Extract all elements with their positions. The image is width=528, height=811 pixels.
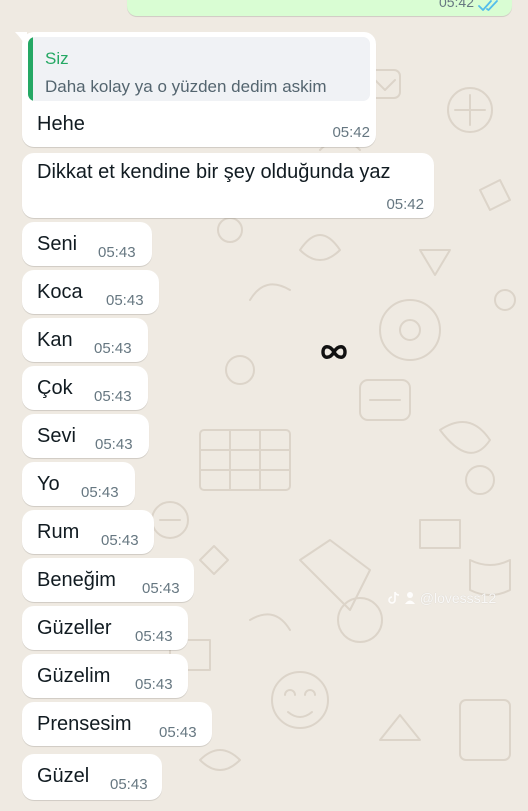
quoted-author: Siz [45, 49, 69, 68]
message-time: 05:43 [135, 628, 173, 645]
double-check-read-icon [478, 0, 498, 11]
message-time: 05:43 [142, 580, 180, 597]
message-time: 05:43 [98, 244, 136, 261]
message-time: 05:43 [159, 724, 197, 741]
message-text: Koca [37, 281, 83, 303]
message-text: Dikkat et kendine bir şey olduğunda yaz [37, 161, 391, 183]
message-text: Beneğim [37, 569, 116, 591]
quoted-message[interactable]: Siz Daha kolay ya o yüzden dedim askim [28, 37, 370, 101]
watermark: @lovesss12 [388, 590, 496, 606]
message-bubble[interactable]: Yo 05:43 [22, 462, 135, 506]
quoted-text: Daha kolay ya o yüzden dedim askim [45, 77, 327, 96]
message-time: 05:43 [106, 292, 144, 309]
message-text: Güzeller [37, 617, 112, 639]
message-text: Güzelim [37, 665, 111, 687]
message-bubble[interactable]: Güzelim 05:43 [22, 654, 188, 698]
message-bubble[interactable]: Beneğim 05:43 [22, 558, 194, 602]
message-time: 05:42 [386, 196, 424, 213]
message-time: 05:43 [94, 340, 132, 357]
message-bubble[interactable]: Sevi 05:43 [22, 414, 149, 458]
outgoing-message[interactable]: 05:42 [127, 0, 512, 16]
message-bubble[interactable]: Güzel 05:43 [22, 754, 162, 800]
message-text: Prensesim [37, 713, 132, 735]
message-text: Kan [37, 329, 73, 351]
message-bubble[interactable]: Çok 05:43 [22, 366, 148, 410]
message-time: 05:43 [95, 436, 133, 453]
message-time: 05:43 [110, 776, 148, 793]
message-text: Çok [37, 377, 73, 399]
message-text: Rum [37, 521, 80, 543]
user-icon [404, 592, 415, 604]
message-text: Hehe [37, 113, 85, 135]
message-time: 05:43 [94, 388, 132, 405]
message-time: 05:43 [135, 676, 173, 693]
message-time: 05:43 [101, 532, 139, 549]
message-text: Sevi [37, 425, 76, 447]
watermark-handle: @lovesss12 [419, 590, 497, 606]
message-bubble[interactable]: Dikkat et kendine bir şey olduğunda yaz … [22, 153, 434, 218]
message-time: 05:42 [438, 0, 474, 10]
message-time: 05:42 [332, 124, 370, 141]
message-bubble[interactable]: Seni 05:43 [22, 222, 152, 266]
message-text: Yo [37, 473, 60, 495]
message-text: Güzel [37, 765, 90, 787]
tiktok-icon [388, 591, 400, 604]
message-bubble[interactable]: Prensesim 05:43 [22, 702, 212, 746]
message-time: 05:43 [81, 484, 119, 501]
message-bubble[interactable]: Güzeller 05:43 [22, 606, 188, 650]
message-bubble[interactable]: Kan 05:43 [22, 318, 148, 362]
chat-message-list[interactable]: 05:42 Siz Daha kolay ya o yüzden dedim a… [0, 0, 528, 811]
message-text: Seni [37, 233, 78, 255]
quote-accent-bar [28, 37, 33, 101]
message-bubble[interactable]: Rum 05:43 [22, 510, 154, 554]
reply-message-bubble[interactable]: Siz Daha kolay ya o yüzden dedim askim H… [22, 32, 376, 147]
infinity-icon [321, 345, 347, 359]
message-bubble[interactable]: Koca 05:43 [22, 270, 159, 314]
